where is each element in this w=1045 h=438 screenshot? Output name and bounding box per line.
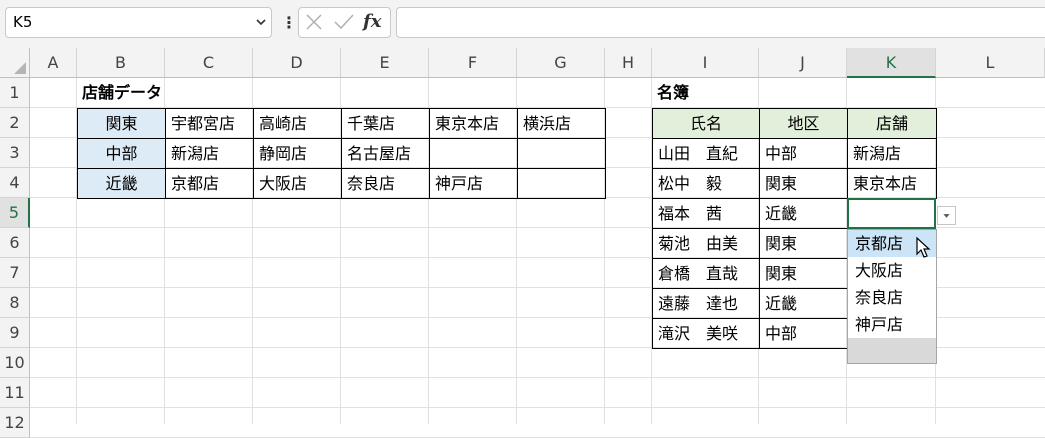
column-header-g[interactable]: G: [517, 48, 605, 78]
store-cell[interactable]: 宇都宮店: [165, 108, 254, 139]
store-cell[interactable]: 静岡店: [253, 138, 342, 169]
store-cell[interactable]: 奈良店: [341, 168, 430, 199]
column-header-i[interactable]: I: [652, 48, 759, 78]
store-table-title[interactable]: 店舗データ: [77, 78, 277, 109]
roster-header-cell[interactable]: 氏名: [652, 108, 760, 139]
roster-cell[interactable]: 倉橋 直哉: [652, 258, 760, 289]
column-header-f[interactable]: F: [429, 48, 517, 78]
store-cell[interactable]: 神戸店: [429, 168, 518, 199]
dropdown-option[interactable]: 大阪店: [848, 257, 936, 284]
column-header-d[interactable]: D: [253, 48, 341, 78]
roster-cell[interactable]: 関東: [759, 228, 848, 259]
column-header-a[interactable]: A: [30, 48, 77, 78]
roster-cell[interactable]: 松中 毅: [652, 168, 760, 199]
dropdown-arrow-icon[interactable]: [937, 206, 956, 225]
column-header-l[interactable]: L: [936, 48, 1045, 78]
roster-cell[interactable]: 遠藤 達也: [652, 288, 760, 319]
column-header-b[interactable]: B: [77, 48, 165, 78]
roster-cell[interactable]: 中部: [759, 138, 848, 169]
row-header-6[interactable]: 6: [0, 228, 30, 258]
store-cell[interactable]: 新潟店: [165, 138, 254, 169]
roster-cell[interactable]: 新潟店: [847, 138, 937, 169]
roster-cell[interactable]: 滝沢 美咲: [652, 318, 760, 349]
row-header-2[interactable]: 2: [0, 108, 30, 138]
region-cell[interactable]: 中部: [77, 138, 166, 169]
region-cell[interactable]: 関東: [77, 108, 166, 139]
column-header-k[interactable]: K: [847, 48, 936, 78]
store-cell[interactable]: 名古屋店: [341, 138, 430, 169]
region-cell[interactable]: 近畿: [77, 168, 166, 199]
column-header-c[interactable]: C: [165, 48, 253, 78]
column-header-j[interactable]: J: [759, 48, 847, 78]
roster-cell[interactable]: 中部: [759, 318, 848, 349]
roster-header-cell[interactable]: 店舗: [847, 108, 937, 139]
roster-cell[interactable]: 福本 茜: [652, 198, 760, 229]
mouse-pointer-icon: [916, 236, 931, 258]
row-header-4[interactable]: 4: [0, 168, 30, 198]
roster-cell[interactable]: 近畿: [759, 198, 848, 229]
row-header-11[interactable]: 11: [0, 378, 30, 408]
roster-cell[interactable]: 山田 直紀: [652, 138, 760, 169]
dropdown-footer: [848, 338, 936, 363]
row-header-9[interactable]: 9: [0, 318, 30, 348]
row-header-3[interactable]: 3: [0, 138, 30, 168]
active-cell-k5[interactable]: [847, 198, 936, 229]
store-cell[interactable]: 高崎店: [253, 108, 342, 139]
chevron-down-icon[interactable]: [254, 14, 268, 30]
column-header-h[interactable]: H: [605, 48, 652, 78]
cancel-icon[interactable]: [305, 13, 323, 31]
store-cell[interactable]: [517, 138, 606, 169]
store-cell[interactable]: 千葉店: [341, 108, 430, 139]
roster-cell[interactable]: 関東: [759, 168, 848, 199]
row-header-10[interactable]: 10: [0, 348, 30, 378]
dropdown-option[interactable]: 奈良店: [848, 284, 936, 311]
roster-cell[interactable]: 東京本店: [847, 168, 937, 199]
roster-cell[interactable]: 近畿: [759, 288, 848, 319]
gridline-horizontal: [30, 407, 1045, 408]
store-cell[interactable]: [517, 168, 606, 199]
roster-cell[interactable]: 関東: [759, 258, 848, 289]
row-header-1[interactable]: 1: [0, 78, 30, 108]
roster-title[interactable]: 名簿: [652, 78, 760, 109]
roster-header-cell[interactable]: 地区: [759, 108, 848, 139]
column-header-e[interactable]: E: [341, 48, 429, 78]
name-box[interactable]: K5: [5, 7, 272, 38]
confirm-check-icon[interactable]: [333, 13, 355, 31]
formula-input[interactable]: [396, 7, 1045, 38]
insert-function-icon[interactable]: fx: [363, 9, 387, 35]
gridline-horizontal: [30, 377, 1045, 378]
store-cell[interactable]: 横浜店: [517, 108, 606, 139]
row-header-8[interactable]: 8: [0, 288, 30, 318]
roster-cell[interactable]: 菊池 由美: [652, 228, 760, 259]
store-cell[interactable]: 大阪店: [253, 168, 342, 199]
select-all-triangle-icon: [14, 62, 26, 74]
dropdown-option[interactable]: 神戸店: [848, 311, 936, 338]
more-options-icon[interactable]: ⋮: [281, 12, 297, 34]
row-header-5[interactable]: 5: [0, 198, 30, 228]
store-cell[interactable]: [429, 138, 518, 169]
row-header-7[interactable]: 7: [0, 258, 30, 288]
store-cell[interactable]: 東京本店: [429, 108, 518, 139]
row-header-12[interactable]: 12: [0, 408, 30, 438]
store-cell[interactable]: 京都店: [165, 168, 254, 199]
